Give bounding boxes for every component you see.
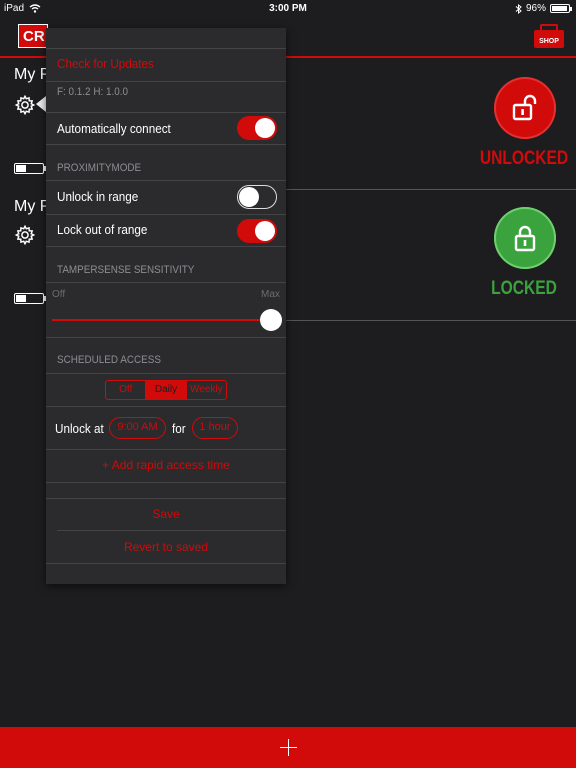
divider [46,214,286,215]
save-button[interactable]: Save [46,507,286,521]
slider-min-label: Off [52,289,66,300]
unlocked-padlock-icon [512,94,537,121]
proximity-section-title: PROXIMITYMODE [57,162,142,174]
schedule-segmented-control[interactable]: Off Daily Weekly [105,380,227,400]
bluetooth-icon [515,3,522,14]
check-updates-row[interactable]: Check for Updates [46,56,286,76]
divider [286,320,576,321]
divider [46,482,286,483]
popover-arrow [36,96,46,112]
divider [46,112,286,113]
divider [46,48,286,49]
unlock-at-row: Unlock at for [46,418,286,438]
add-rapid-access-button[interactable]: + Add rapid access time [46,458,286,472]
unlock-at-label: Unlock at [55,421,104,436]
clock: 3:00 PM [269,3,307,14]
tampersense-section-title: TAMPERSENSE SENSITIVITY [57,264,195,276]
unlock-in-range-label: Unlock in range [57,189,139,204]
add-device-plus-icon[interactable] [280,739,297,756]
divider [46,337,286,338]
locked-padlock-icon [514,225,536,252]
gear-icon[interactable] [14,94,36,116]
section-header: SCHEDULED ACCESS [46,354,286,368]
auto-connect-label: Automatically connect [57,121,171,136]
scheduled-section-title: SCHEDULED ACCESS [57,354,161,366]
unlock-in-range-toggle[interactable] [237,185,277,209]
schedule-option-weekly[interactable]: Weekly [187,381,226,399]
device-name: My P [14,66,51,83]
section-header: PROXIMITYMODE [46,162,286,176]
lock-out-of-range-toggle[interactable] [237,219,277,243]
gear-icon[interactable] [14,224,36,246]
divider [46,180,286,181]
duration-picker[interactable]: 1 hour [192,417,238,439]
version-row: F: 0.1.2 H: 1.0.0 [46,86,286,102]
for-label: for [172,421,186,436]
battery-percent: 96% [525,3,546,14]
auto-connect-toggle[interactable] [237,116,277,140]
divider [46,406,286,407]
schedule-option-daily[interactable]: Daily [146,381,187,399]
status-bar: iPad 3:00 PM 96% [0,0,576,18]
lock-toggle-button[interactable] [494,207,556,269]
firmware-version: F: 0.1.2 H: 1.0.0 [57,86,128,98]
revert-button[interactable]: Revert to saved [46,540,286,554]
check-updates-link[interactable]: Check for Updates [57,56,154,71]
section-header: TAMPERSENSE SENSITIVITY [46,264,286,278]
lock-out-of-range-label: Lock out of range [57,222,148,237]
device-battery-icon [14,163,47,174]
slider-max-label: Max [261,289,280,300]
sensitivity-slider-knob[interactable] [260,309,282,331]
unlock-time-picker[interactable]: 9:00 AM [109,417,166,439]
lock-out-of-range-row: Lock out of range [46,217,286,245]
battery-icon [550,4,572,13]
lock-state-label: UNLOCKED [479,148,569,169]
lock-toggle-button[interactable] [494,77,556,139]
divider [46,449,286,450]
divider [46,144,286,145]
device-battery-icon [14,293,47,304]
divider [46,498,286,499]
divider [46,81,286,82]
divider [57,530,286,531]
device-settings-popover: Check for Updates F: 0.1.2 H: 1.0.0 Auto… [46,28,286,584]
divider [46,563,286,564]
bottom-bar [0,727,576,768]
sensitivity-slider-track[interactable] [52,319,272,321]
divider [46,373,286,374]
device-name: My P [14,198,51,215]
unlock-in-range-row: Unlock in range [46,184,286,212]
divider [46,246,286,247]
brand-logo[interactable]: CR [18,24,48,48]
shop-label: SHOP [534,30,564,48]
schedule-option-off[interactable]: Off [106,381,147,399]
lock-state-label: LOCKED [491,278,557,299]
auto-connect-row: Automatically connect [46,116,286,144]
shop-button[interactable]: SHOP [534,24,564,48]
divider [46,282,286,283]
